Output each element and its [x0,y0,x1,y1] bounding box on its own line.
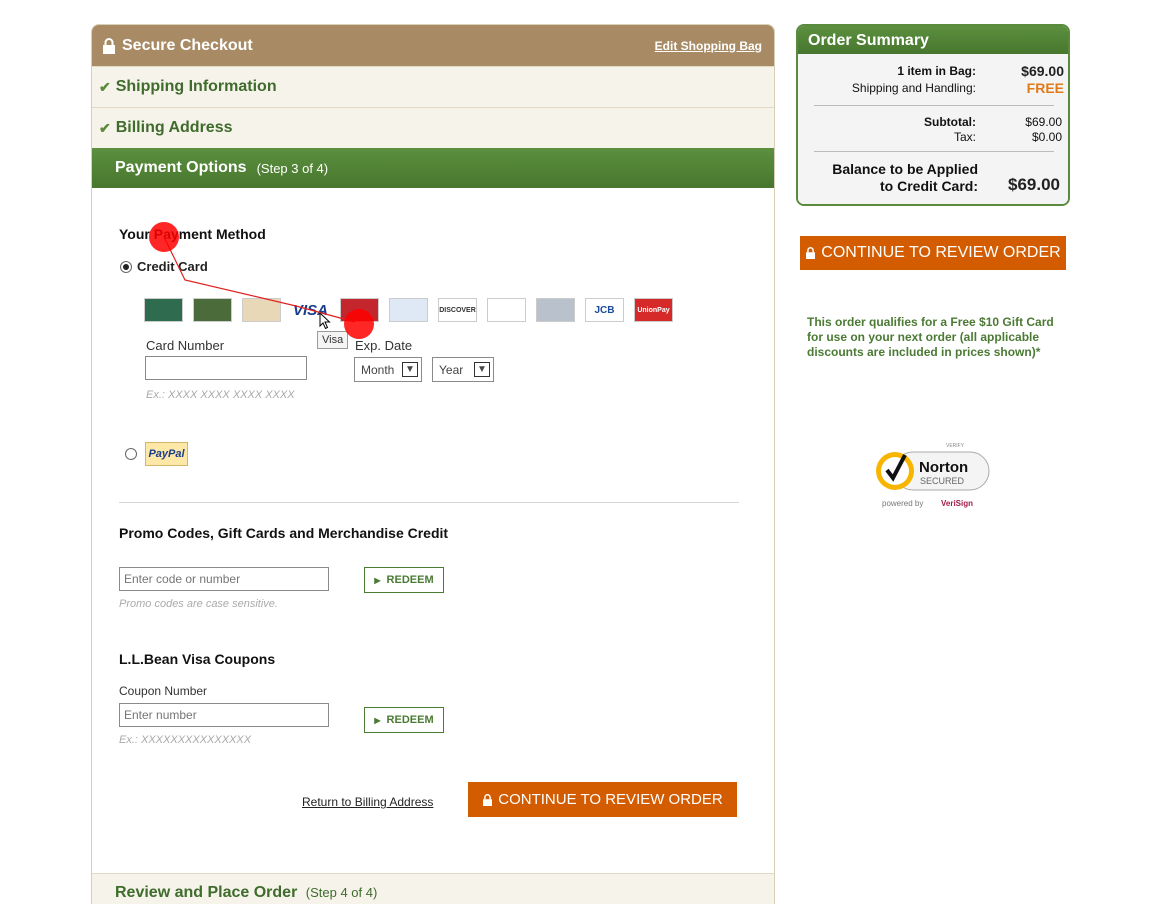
balance-value: $69.00 [1008,175,1060,194]
order-summary-title: Order Summary [798,26,1068,54]
continue-label: CONTINUE TO REVIEW ORDER [498,791,723,808]
month-value: Month [361,362,395,377]
payment-content: Your Payment Method Credit Card VISA DISC… [92,188,774,873]
sidebar-continue-button[interactable]: CONTINUE TO REVIEW ORDER [800,236,1066,270]
step-label: Billing Address [115,119,233,136]
items-label: 1 item in Bag: [897,64,976,78]
redeem-label: REDEEM [386,574,434,586]
tax-value: $0.00 [1031,130,1062,144]
generic-card-icon[interactable] [536,298,575,322]
step-title: Payment Options [115,159,247,176]
step-billing-address[interactable]: ✔ Billing Address [92,107,774,148]
promo-code-input[interactable] [119,567,329,591]
exp-date-label: Exp. Date [355,338,413,353]
visa-tooltip: Visa [317,331,349,349]
play-arrow-icon: ▶ [374,575,381,585]
coupon-redeem-button[interactable]: ▶ REDEEM [364,707,444,733]
checkmark-icon: ✔ [99,78,111,95]
llbean-visa-card-icon[interactable] [144,298,183,322]
step-subtitle: (Step 4 of 4) [305,885,378,900]
step-title: Review and Place Order [115,884,298,901]
exp-month-select[interactable]: Month ▼ [354,357,422,382]
checkout-title: Secure Checkout [122,36,253,54]
checkout-panel: Secure Checkout Edit Shopping Bag ✔ Ship… [91,24,775,904]
norton-powered-by: powered by [882,499,923,508]
shipping-value: FREE [1026,80,1064,96]
redeem-label: REDEEM [386,714,434,726]
summary-divider [814,151,1054,152]
norton-secured-seal-icon[interactable]: VERIFY Norton SECURED powered by VeriSig… [872,440,992,510]
secure-checkout-header: Secure Checkout Edit Shopping Bag [92,25,774,66]
step-label: Shipping Information [115,78,277,95]
return-to-billing-link[interactable]: Return to Billing Address [302,795,433,809]
card-number-hint: Ex.: XXXX XXXX XXXX XXXX [146,389,295,401]
exp-year-select[interactable]: Year ▼ [432,357,494,382]
checkout-page: Secure Checkout Edit Shopping Bag ✔ Ship… [0,0,1164,904]
chevron-down-icon: ▼ [474,362,490,377]
tax-label: Tax: [953,130,976,144]
gift-card-qualify-text: This order qualifies for a Free $10 Gift… [807,315,1054,359]
continue-review-order-button[interactable]: CONTINUE TO REVIEW ORDER [468,782,737,817]
card-number-label: Card Number [146,338,225,353]
norton-brand: Norton [919,459,968,476]
paypal-radio[interactable] [125,448,137,460]
payment-method-heading: Your Payment Method [119,226,266,242]
credit-card-radio[interactable] [120,261,132,273]
order-summary: Order Summary 1 item in Bag: $69.00 Ship… [796,24,1070,206]
edit-shopping-bag-link[interactable]: Edit Shopping Bag [655,39,762,53]
chevron-down-icon: ▼ [402,362,418,377]
promo-heading: Promo Codes, Gift Cards and Merchandise … [119,525,449,541]
step-subtitle: (Step 3 of 4) [256,160,329,176]
step-payment-options: Payment Options (Step 3 of 4) [92,148,774,188]
paypal-icon[interactable]: PayPal [145,442,188,466]
jcb-icon[interactable]: JCB [585,298,624,322]
balance-label-2: to Credit Card: [880,178,978,194]
step-shipping-information[interactable]: ✔ Shipping Information [92,66,774,107]
unionpay-icon[interactable]: UnionPay [634,298,673,322]
discover-icon[interactable]: DISCOVER [438,298,477,322]
coupon-number-label: Coupon Number [119,684,208,698]
order-summary-body: 1 item in Bag: $69.00 Shipping and Handl… [798,54,1068,204]
subtotal-value: $69.00 [1025,115,1062,129]
lock-icon [806,247,816,259]
coupon-number-input[interactable] [119,703,329,727]
shipping-label: Shipping and Handling: [851,81,976,95]
mouse-cursor-icon [319,312,331,330]
balance-label-1: Balance to be Applied [832,161,978,177]
promo-hint: Promo codes are case sensitive. [119,598,278,610]
llbean-card-icon[interactable] [242,298,281,322]
step-review-place-order: Review and Place Order (Step 4 of 4) [92,873,774,904]
section-divider [119,502,739,503]
items-value: $69.00 [1021,63,1064,79]
diners-club-icon[interactable] [487,298,526,322]
play-arrow-icon: ▶ [374,715,381,725]
credit-card-label: Credit Card [137,259,208,274]
norton-verisign: VeriSign [941,499,973,508]
card-logos: VISA DISCOVER JCB UnionPay [144,298,673,322]
norton-verify: VERIFY [946,443,965,449]
click-marker-start [149,222,179,252]
continue-label: CONTINUE TO REVIEW ORDER [821,244,1061,261]
norton-secured: SECURED [920,476,965,486]
subtotal-label: Subtotal: [924,115,976,129]
card-number-input[interactable] [145,356,307,380]
click-marker-end [344,309,374,339]
coupons-heading: L.L.Bean Visa Coupons [119,651,276,667]
amex-icon[interactable] [389,298,428,322]
lock-icon [483,793,493,806]
lock-icon [103,37,115,54]
summary-divider [814,105,1054,106]
year-value: Year [439,362,464,377]
checkmark-icon: ✔ [99,119,111,136]
promo-redeem-button[interactable]: ▶ REDEEM [364,567,444,593]
llbean-visa-card-2-icon[interactable] [193,298,232,322]
coupon-hint: Ex.: XXXXXXXXXXXXXXX [119,734,252,746]
